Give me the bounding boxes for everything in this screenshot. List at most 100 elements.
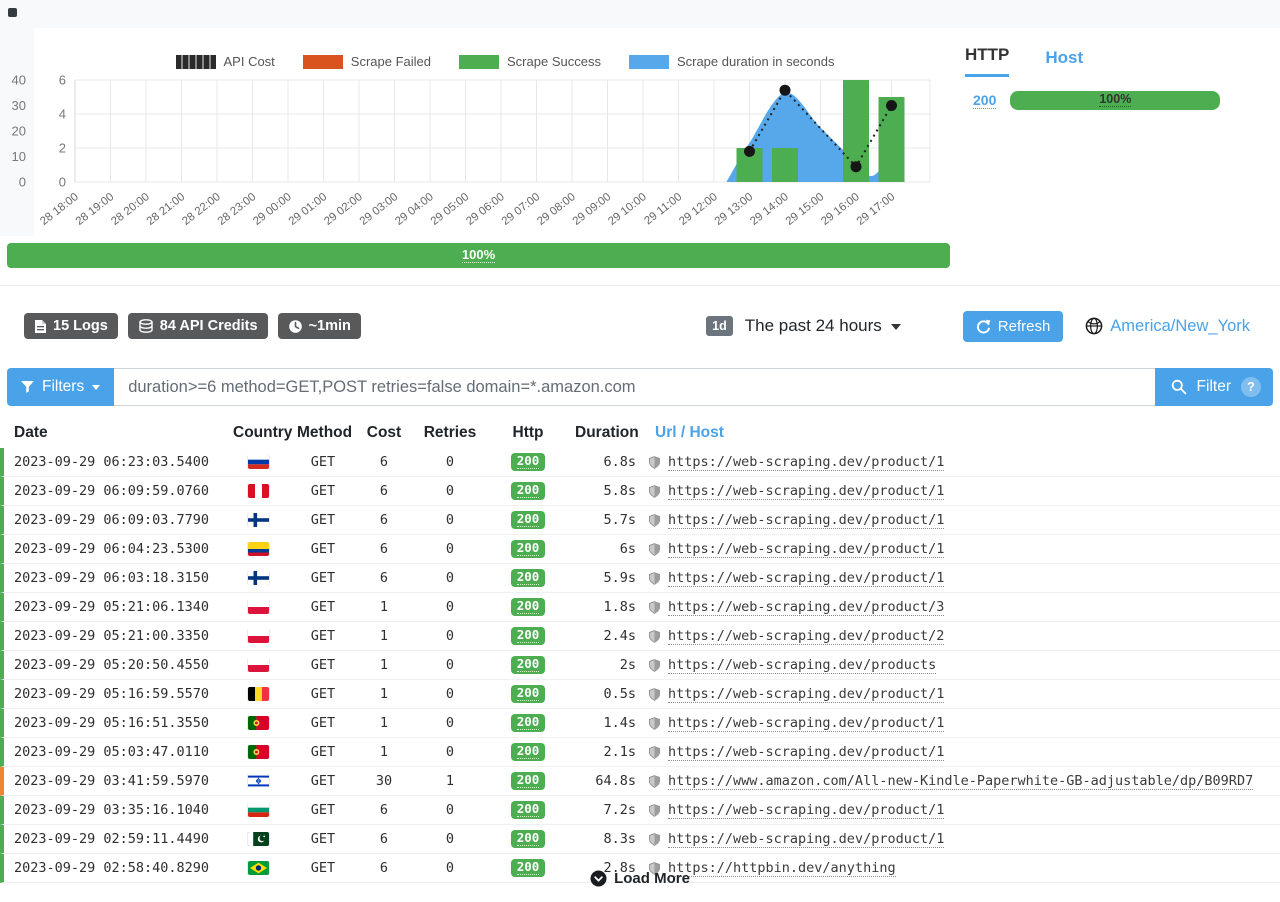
method-link[interactable]: GET: [311, 599, 335, 615]
log-url-link[interactable]: https://web-scraping.dev/products: [668, 657, 936, 674]
load-more-button[interactable]: Load More: [590, 870, 690, 887]
country-cell[interactable]: [226, 542, 290, 556]
inner-y-tick: 2: [59, 141, 66, 156]
method-link[interactable]: GET: [311, 686, 335, 702]
country-cell[interactable]: [226, 716, 290, 730]
time-range-dropdown[interactable]: The past 24 hours: [745, 316, 901, 336]
log-url-link[interactable]: https://web-scraping.dev/product/1: [668, 802, 944, 819]
method-link[interactable]: GET: [311, 831, 335, 847]
legend-item-scrape-success[interactable]: Scrape Success: [459, 54, 601, 69]
http-status-badge[interactable]: 200: [511, 511, 546, 529]
success-bar-29-14-00[interactable]: [772, 148, 798, 182]
log-url-cell: https://web-scraping.dev/products: [648, 657, 1280, 674]
method-link[interactable]: GET: [311, 773, 335, 789]
http-status-badge[interactable]: 200: [511, 656, 546, 674]
log-retries: 0: [412, 831, 488, 847]
http-status-badge[interactable]: 200: [511, 743, 546, 761]
log-duration: 1.4s: [568, 715, 648, 731]
log-retries: 0: [412, 570, 488, 586]
scrape-activity-chart[interactable]: 010203040024628 18:0028 19:0028 20:0028 …: [0, 0, 950, 240]
api-cost-point[interactable]: [886, 100, 897, 111]
country-cell[interactable]: [226, 832, 290, 846]
log-url-link[interactable]: https://web-scraping.dev/product/1: [668, 686, 944, 703]
israel-flag-icon: [248, 774, 269, 788]
filter-submit-button[interactable]: Filter ?: [1155, 368, 1273, 406]
country-cell[interactable]: [226, 745, 290, 759]
method-link[interactable]: GET: [311, 570, 335, 586]
http-status-badge[interactable]: 200: [511, 714, 546, 732]
http-status-badge[interactable]: 200: [511, 569, 546, 587]
http-status-badge[interactable]: 200: [511, 453, 546, 471]
method-link[interactable]: GET: [311, 454, 335, 470]
log-method: GET: [290, 541, 356, 557]
log-url-cell: https://web-scraping.dev/product/3: [648, 599, 1280, 616]
outer-y-tick: 40: [12, 73, 26, 88]
api-cost-point[interactable]: [780, 85, 791, 96]
method-link[interactable]: GET: [311, 483, 335, 499]
legend-item-scrape-duration-in-seconds[interactable]: Scrape duration in seconds: [629, 54, 835, 69]
x-tick-label: 29 16:00: [819, 191, 862, 228]
status-percent-label: 100%: [1010, 92, 1220, 106]
refresh-button[interactable]: Refresh: [963, 311, 1064, 342]
chart-legend: API Cost Scrape Failed Scrape Success Scrap…: [75, 54, 935, 69]
log-url-link[interactable]: https://web-scraping.dev/product/1: [668, 454, 944, 471]
api-cost-point[interactable]: [851, 161, 862, 172]
chart-canvas[interactable]: 010203040024628 18:0028 19:0028 20:0028 …: [0, 0, 950, 240]
http-status-badge[interactable]: 200: [511, 482, 546, 500]
log-retries: 1: [412, 773, 488, 789]
log-url-link[interactable]: https://web-scraping.dev/product/1: [668, 570, 944, 587]
timezone-link[interactable]: America/New_York: [1085, 317, 1250, 336]
country-cell[interactable]: [226, 629, 290, 643]
method-link[interactable]: GET: [311, 512, 335, 528]
method-link[interactable]: GET: [311, 541, 335, 557]
country-cell[interactable]: [226, 571, 290, 585]
country-cell[interactable]: [226, 687, 290, 701]
log-duration: 6s: [568, 541, 648, 557]
method-link[interactable]: GET: [311, 802, 335, 818]
log-date: 2023-09-29 06:09:59.0760: [4, 483, 226, 499]
http-status-badge[interactable]: 200: [511, 540, 546, 558]
http-status-badge[interactable]: 200: [511, 598, 546, 616]
log-http-status: 200: [488, 627, 568, 645]
filters-dropdown-button[interactable]: Filters: [7, 368, 114, 406]
http-status-badge[interactable]: 200: [511, 685, 546, 703]
method-link[interactable]: GET: [311, 628, 335, 644]
country-cell[interactable]: [226, 513, 290, 527]
country-cell[interactable]: [226, 774, 290, 788]
http-status-badge[interactable]: 200: [511, 627, 546, 645]
country-cell[interactable]: [226, 600, 290, 614]
log-url-link[interactable]: https://web-scraping.dev/product/3: [668, 599, 944, 616]
log-url-link[interactable]: https://web-scraping.dev/product/1: [668, 483, 944, 500]
log-url-link[interactable]: https://web-scraping.dev/product/1: [668, 715, 944, 732]
table-row: 2023-09-29 05:20:50.4550 GET 1 0 200 2s …: [0, 651, 1280, 680]
log-url-link[interactable]: https://web-scraping.dev/product/1: [668, 744, 944, 761]
http-status-badge[interactable]: 200: [511, 772, 546, 790]
tab-http[interactable]: HTTP: [965, 45, 1009, 77]
method-link[interactable]: GET: [311, 715, 335, 731]
legend-item-api-cost[interactable]: API Cost: [176, 54, 275, 69]
log-url-link[interactable]: https://www.amazon.com/All-new-Kindle-Pa…: [668, 773, 1253, 790]
filter-query-input[interactable]: [114, 368, 1154, 406]
poland-flag-icon: [248, 629, 269, 643]
country-cell[interactable]: [226, 455, 290, 469]
country-cell[interactable]: [226, 803, 290, 817]
method-link[interactable]: GET: [311, 657, 335, 673]
country-cell[interactable]: [226, 658, 290, 672]
log-url-link[interactable]: https://web-scraping.dev/product/1: [668, 541, 944, 558]
http-status-badge[interactable]: 200: [511, 830, 546, 848]
x-tick-label: 29 12:00: [677, 191, 720, 228]
country-cell[interactable]: [226, 484, 290, 498]
http-status-badge[interactable]: 200: [511, 801, 546, 819]
legend-item-scrape-failed[interactable]: Scrape Failed: [303, 54, 431, 69]
log-url-link[interactable]: https://web-scraping.dev/product/2: [668, 628, 944, 645]
status-code-link[interactable]: 200: [973, 92, 996, 109]
help-icon[interactable]: ?: [1241, 377, 1261, 397]
log-url-link[interactable]: https://web-scraping.dev/product/1: [668, 512, 944, 529]
api-credits-badge: 84 API Credits: [128, 313, 268, 339]
log-url-link[interactable]: https://web-scraping.dev/product/1: [668, 831, 944, 848]
method-link[interactable]: GET: [311, 744, 335, 760]
log-date: 2023-09-29 05:21:00.3350: [4, 628, 226, 644]
x-tick-label: 29 08:00: [535, 191, 578, 228]
tab-host[interactable]: Host: [1045, 48, 1083, 77]
api-cost-point[interactable]: [744, 146, 755, 157]
